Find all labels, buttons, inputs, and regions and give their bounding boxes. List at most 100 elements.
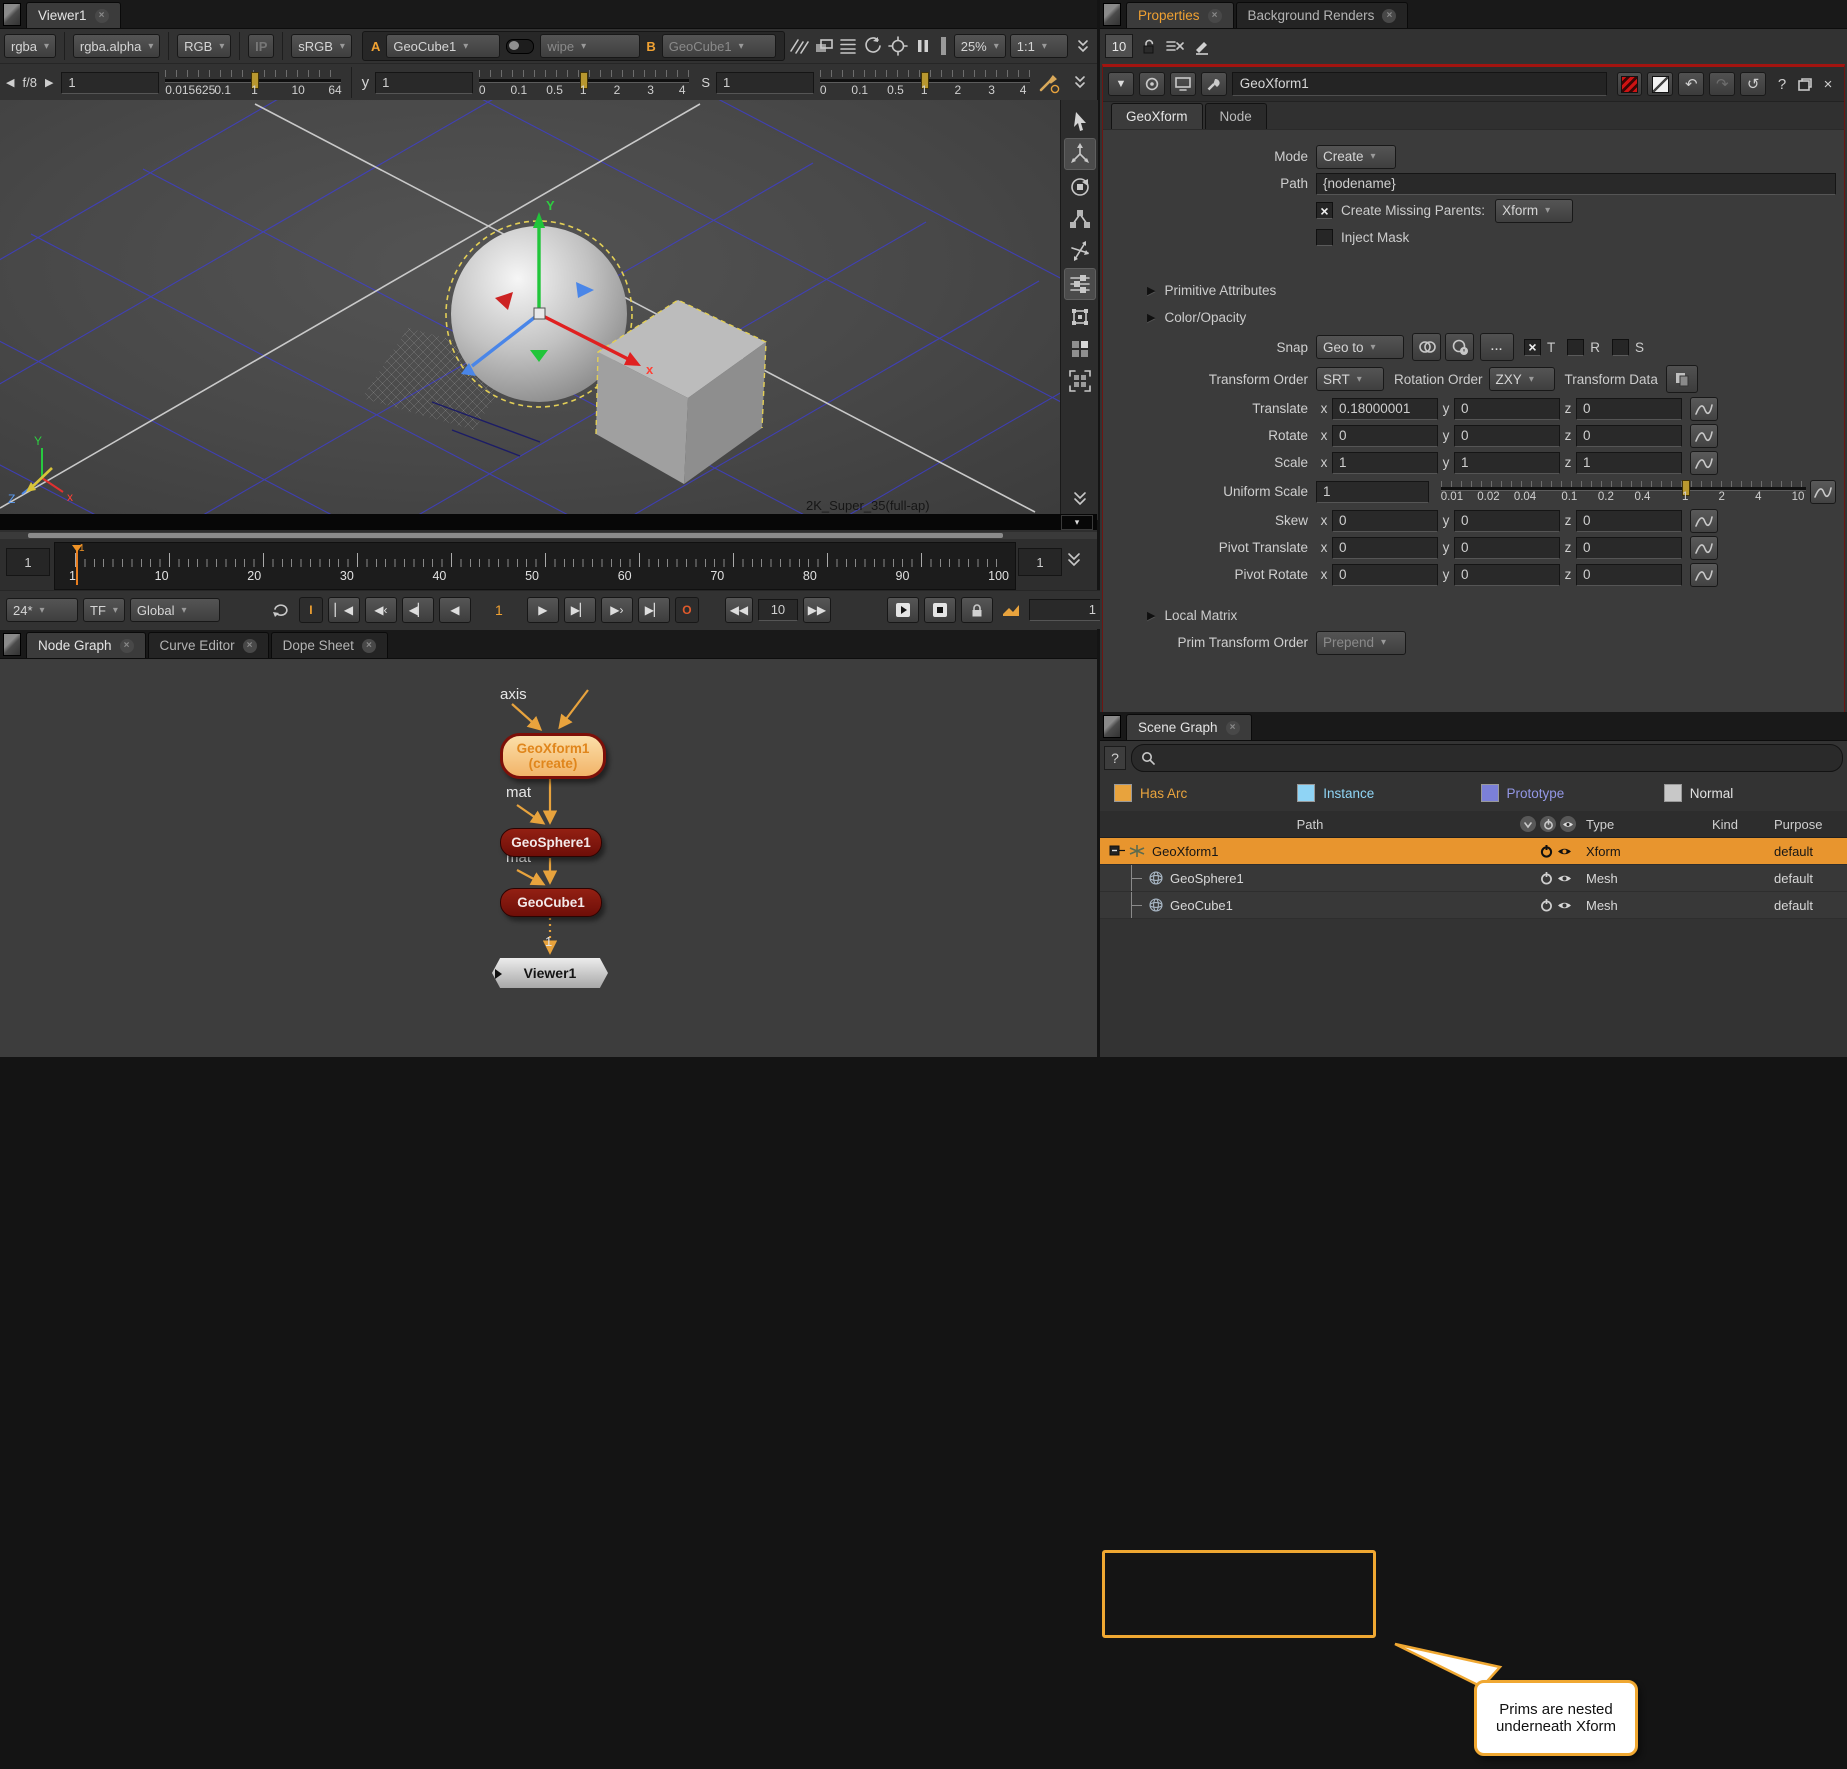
align-tool[interactable]: [1064, 268, 1096, 300]
expander-icon[interactable]: [1108, 843, 1126, 859]
visibility-icon[interactable]: [1557, 900, 1572, 911]
a-input-select[interactable]: GeoCube1: [386, 34, 500, 58]
animation-curve-button[interactable]: [1690, 536, 1718, 560]
range-start-field[interactable]: 1: [6, 548, 50, 576]
tab-geoxform[interactable]: GeoXform: [1111, 103, 1203, 129]
fps-select[interactable]: 24*: [6, 598, 78, 622]
search-input[interactable]: [1131, 744, 1843, 772]
chevrons-down-icon[interactable]: [1066, 552, 1082, 568]
gain-prev-icon[interactable]: ◀: [4, 76, 16, 89]
node-geosphere1[interactable]: GeoSphere1: [500, 828, 602, 857]
close-all-panels-icon[interactable]: [1165, 38, 1185, 54]
rotate-x-field[interactable]: 0: [1332, 425, 1438, 447]
layer-select[interactable]: rgba: [4, 34, 56, 58]
scene-row-geocube1[interactable]: GeoCube1 Mesh default: [1100, 892, 1847, 919]
activate-icon[interactable]: [1540, 898, 1553, 912]
play-forward-button[interactable]: ▶: [527, 597, 559, 623]
local-matrix-label[interactable]: Local Matrix: [1164, 608, 1237, 623]
rotation-order-select[interactable]: ZXY: [1489, 367, 1555, 391]
snap-rotate-checkbox[interactable]: [1567, 339, 1584, 356]
pivot-rotate-x-field[interactable]: 0: [1332, 564, 1438, 586]
activate-icon[interactable]: [1540, 844, 1553, 858]
snap-translate-checkbox[interactable]: [1524, 339, 1541, 356]
range-end-field[interactable]: 1: [1018, 548, 1062, 576]
close-icon[interactable]: [1382, 9, 1396, 23]
column-type[interactable]: Type: [1586, 817, 1712, 832]
help-icon[interactable]: ?: [1771, 76, 1793, 93]
stop-render-button[interactable]: [924, 597, 956, 623]
in-point-button[interactable]: I: [299, 597, 323, 623]
skew-y-field[interactable]: 0: [1454, 510, 1560, 532]
wipe-mode-select[interactable]: wipe: [540, 34, 640, 58]
close-icon[interactable]: [1226, 721, 1240, 735]
lock-panels-icon[interactable]: [1141, 38, 1157, 55]
transform-data-button[interactable]: [1666, 365, 1698, 393]
collapse-panel-icon[interactable]: ▼: [1108, 72, 1134, 96]
ram-cache-icon[interactable]: [998, 598, 1024, 622]
playback-in-viewer-button[interactable]: [887, 597, 919, 623]
chevrons-more-icon[interactable]: [1072, 34, 1093, 58]
skew-z-field[interactable]: 0: [1576, 510, 1682, 532]
uniform-scale-field[interactable]: 1: [1316, 481, 1429, 503]
disclosure-icon[interactable]: [1147, 311, 1155, 324]
panel-corner-icon[interactable]: [3, 3, 21, 26]
snap-select[interactable]: Geo to: [1316, 335, 1404, 359]
close-icon[interactable]: [362, 639, 376, 653]
snap-more-button[interactable]: ...: [1480, 333, 1514, 361]
animation-curve-button[interactable]: [1690, 563, 1718, 587]
alpha-layer-select[interactable]: rgba.alpha: [73, 34, 160, 58]
select-tool[interactable]: [1065, 106, 1095, 136]
close-panel-icon[interactable]: ×: [1817, 76, 1839, 93]
prim-transform-order-select[interactable]: Prepend: [1316, 631, 1406, 655]
column-path[interactable]: Path: [1100, 817, 1520, 832]
close-icon[interactable]: [1208, 9, 1222, 23]
mode-select[interactable]: Create: [1316, 145, 1396, 169]
next-keyframe-button[interactable]: ▶›: [601, 597, 633, 623]
scale-x-field[interactable]: 1: [1332, 452, 1438, 474]
tab-curve-editor[interactable]: Curve Editor: [148, 632, 269, 658]
handles-tool[interactable]: [1065, 302, 1095, 332]
snap-geo-icon[interactable]: [1412, 333, 1441, 361]
step-forward-button[interactable]: ▶▏: [564, 597, 596, 623]
path-field[interactable]: {nodename}: [1316, 173, 1836, 195]
close-icon[interactable]: [120, 639, 134, 653]
timeline-mode-select[interactable]: TF: [83, 598, 125, 622]
zoom-select[interactable]: 25%: [954, 34, 1006, 58]
input-process-button[interactable]: IP: [248, 34, 274, 58]
gamma-input[interactable]: 1: [375, 72, 473, 94]
step-back-button[interactable]: ◀▏: [402, 597, 434, 623]
proxy-toggle-icon[interactable]: [789, 34, 810, 58]
display-channel-select[interactable]: RGB: [177, 34, 231, 58]
close-icon[interactable]: [95, 9, 109, 23]
gain-slider[interactable]: 0.015625 0.1 1 10 64: [165, 68, 340, 98]
panel-corner-icon[interactable]: [3, 633, 21, 656]
visibility-icon[interactable]: [1557, 873, 1572, 884]
pivot-translate-z-field[interactable]: 0: [1576, 537, 1682, 559]
chevrons-down-icon[interactable]: [1065, 484, 1095, 514]
scale-tool[interactable]: [1065, 204, 1095, 234]
pivot-rotate-y-field[interactable]: 0: [1454, 564, 1560, 586]
tab-viewer1[interactable]: Viewer1: [26, 2, 121, 28]
gamma-slider[interactable]: 0 0.1 0.5 1 2 3 4: [479, 68, 689, 98]
jump-back-button[interactable]: ◀◀: [725, 597, 753, 623]
rotate-y-field[interactable]: 0: [1454, 425, 1560, 447]
aspect-select[interactable]: 1:1: [1010, 34, 1069, 58]
tab-node[interactable]: Node: [1205, 103, 1267, 129]
wipe-overlay-icon[interactable]: [813, 34, 834, 58]
tab-dope-sheet[interactable]: Dope Sheet: [271, 632, 388, 658]
gain-next-icon[interactable]: ▶: [43, 76, 55, 89]
tab-properties[interactable]: Properties: [1126, 2, 1234, 28]
scene-row-geoxform1[interactable]: GeoXform1 Xform default: [1100, 838, 1847, 865]
close-icon[interactable]: [243, 639, 257, 653]
splitter-handle[interactable]: [940, 36, 947, 56]
column-purpose[interactable]: Purpose: [1774, 817, 1847, 832]
node-geocube1[interactable]: GeoCube1: [500, 888, 602, 917]
activate-icon[interactable]: [1540, 871, 1553, 885]
node-viewer1[interactable]: Viewer1: [492, 958, 608, 988]
viewer-process-select[interactable]: sRGB: [291, 34, 352, 58]
animation-curve-button[interactable]: [1690, 451, 1718, 475]
saturation-slider[interactable]: 0 0.1 0.5 1 2 3 4: [820, 68, 1030, 98]
goto-end-button[interactable]: ▶▏: [638, 597, 670, 623]
eyedropper-icon[interactable]: [1036, 71, 1061, 95]
redo-icon[interactable]: ↷: [1709, 72, 1735, 96]
